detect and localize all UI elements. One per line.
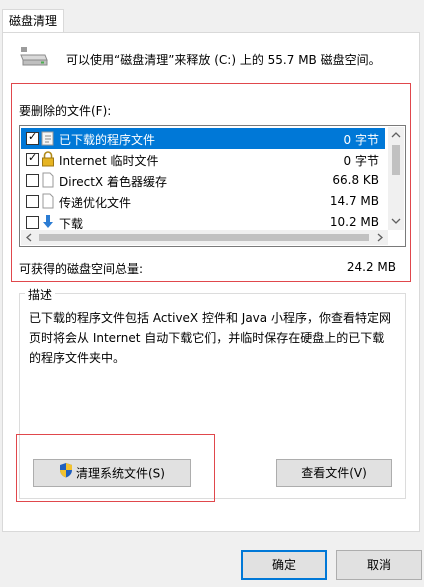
- description-line: 的程序文件夹中。: [29, 351, 126, 365]
- download-arrow-icon: [41, 214, 55, 230]
- description-line: 页时将会从 Internet 自动下载它们，并临时保存在硬盘上的已下载: [29, 331, 385, 345]
- clean-system-files-label: 清理系统文件(S): [76, 466, 165, 481]
- vertical-scrollbar[interactable]: [388, 127, 404, 230]
- file-checkbox[interactable]: [26, 195, 39, 208]
- uac-shield-icon: [59, 461, 73, 487]
- file-size: 66.8 KB: [332, 173, 379, 187]
- file-checkbox[interactable]: ✓: [26, 151, 39, 166]
- file-checkbox[interactable]: ✓: [26, 130, 39, 145]
- file-size: 0 字节: [343, 154, 379, 168]
- file-name: Internet 临时文件: [59, 154, 159, 168]
- file-checkbox[interactable]: [26, 216, 39, 229]
- folder-download-icon: [41, 130, 55, 146]
- file-icon: [41, 193, 55, 209]
- drive-icon: [19, 44, 49, 68]
- scroll-up-icon[interactable]: [391, 132, 401, 138]
- lock-icon: [41, 151, 55, 167]
- scroll-right-icon[interactable]: [377, 233, 383, 242]
- tab-disk-cleanup[interactable]: 磁盘清理: [2, 9, 64, 33]
- header-text: 可以使用“磁盘清理”来释放 (C:) 上的 55.7 MB 磁盘空间。: [66, 53, 381, 67]
- ok-button[interactable]: 确定: [241, 550, 327, 580]
- file-row[interactable]: ✓ 已下载的程序文件 0 字节: [21, 128, 385, 149]
- file-size: 0 字节: [343, 133, 379, 147]
- file-icon: [41, 172, 55, 188]
- file-row[interactable]: ✓ Internet 临时文件 0 字节: [21, 149, 385, 170]
- checkmark-icon: ✓: [28, 151, 38, 164]
- scroll-down-icon[interactable]: [391, 218, 401, 224]
- file-size: 14.7 MB: [329, 194, 379, 208]
- description-line: 已下载的程序文件包括 ActiveX 控件和 Java 小程序，你查看特定网: [29, 311, 391, 325]
- file-checkbox[interactable]: [26, 174, 39, 187]
- file-size: 10.2 MB: [329, 215, 379, 229]
- file-row[interactable]: DirectX 着色器缓存 66.8 KB: [21, 170, 385, 191]
- file-name: DirectX 着色器缓存: [59, 175, 167, 189]
- vertical-scroll-thumb[interactable]: [392, 145, 400, 175]
- files-list[interactable]: ✓ 已下载的程序文件 0 字节 ✓ Internet 临时文件 0 字节 Dir…: [19, 125, 406, 247]
- file-name: 已下载的程序文件: [59, 133, 156, 147]
- description-title: 描述: [25, 286, 56, 303]
- scroll-left-icon[interactable]: [26, 233, 32, 242]
- total-space-value: 24.2 MB: [346, 260, 396, 274]
- checkmark-icon: ✓: [28, 130, 38, 143]
- cancel-button[interactable]: 取消: [336, 550, 422, 580]
- description-text: 已下载的程序文件包括 ActiveX 控件和 Java 小程序，你查看特定网 页…: [29, 308, 391, 368]
- view-files-button[interactable]: 查看文件(V): [276, 459, 392, 487]
- file-name: 传递优化文件: [59, 196, 132, 210]
- clean-system-files-button[interactable]: 清理系统文件(S): [33, 459, 191, 487]
- horizontal-scrollbar[interactable]: [21, 230, 388, 245]
- file-row[interactable]: 传递优化文件 14.7 MB: [21, 191, 385, 212]
- total-space-label: 可获得的磁盘空间总量:: [19, 262, 144, 276]
- horizontal-scroll-thumb[interactable]: [39, 234, 369, 241]
- files-section-label: 要删除的文件(F):: [19, 104, 112, 118]
